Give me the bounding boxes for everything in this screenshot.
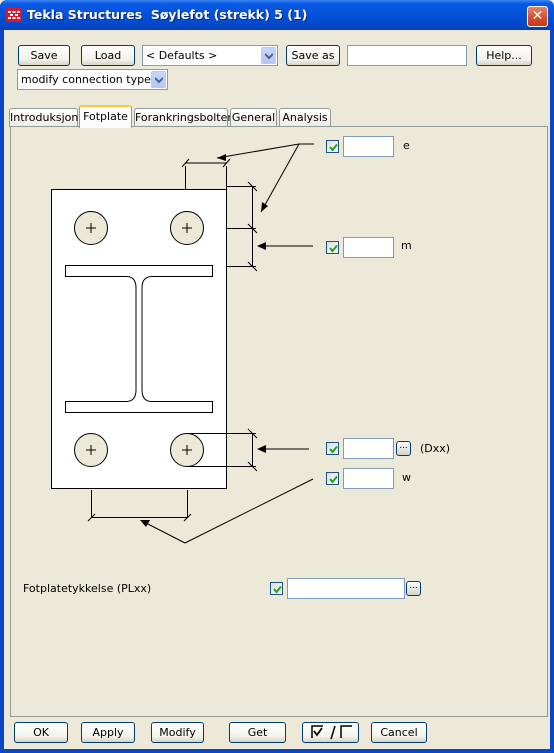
plate-thickness-checkbox[interactable] <box>270 582 283 595</box>
plate-thickness-label: Fotplatetykkelse (PLxx) <box>23 582 152 595</box>
arrow-head <box>217 154 226 161</box>
e-input[interactable] <box>343 136 394 157</box>
arrow-head <box>261 202 268 212</box>
arrow-head <box>257 445 266 453</box>
apply-button[interactable]: Apply <box>81 722 135 743</box>
ok-button[interactable]: OK <box>14 722 68 743</box>
bolt-diameter-browse-button[interactable]: ... <box>396 441 411 456</box>
dialog-client: Save Load < Defaults > Save as Help... m… <box>4 30 550 749</box>
slash-icon <box>330 725 336 740</box>
close-button[interactable]: ✕ <box>527 6 548 27</box>
m-checkbox[interactable] <box>326 241 339 254</box>
tab-fotplate[interactable]: Fotplate <box>79 105 132 128</box>
tekla-logo-icon <box>6 8 22 22</box>
plate-thickness-browse-button[interactable]: ... <box>406 581 421 596</box>
toggle-all-checkboxes-button[interactable] <box>302 722 359 743</box>
plate-thickness-input[interactable] <box>287 578 405 599</box>
cancel-button[interactable]: Cancel <box>371 722 427 743</box>
window-title: Tekla Structures Søylefot (strekk) 5 (1) <box>27 7 308 22</box>
w-checkbox[interactable] <box>326 472 339 485</box>
bolt-diameter-input[interactable] <box>343 438 394 459</box>
m-input[interactable] <box>343 237 394 258</box>
e-checkbox[interactable] <box>326 140 339 153</box>
e-label: e <box>403 139 410 152</box>
w-label: w <box>402 471 411 484</box>
arrow-head <box>140 520 150 527</box>
bolt-diameter-label: (Dxx) <box>420 442 451 455</box>
arrow-head <box>257 242 266 250</box>
base-plate-diagram <box>51 143 314 544</box>
modify-button[interactable]: Modify <box>151 722 204 743</box>
w-input[interactable] <box>343 468 394 489</box>
close-icon: ✕ <box>531 8 544 24</box>
m-label: m <box>401 239 412 252</box>
dialog-window: Tekla Structures Søylefot (strekk) 5 (1)… <box>0 0 554 753</box>
unchecked-box-icon <box>340 725 352 738</box>
get-button[interactable]: Get <box>229 722 286 743</box>
checked-box-icon <box>311 725 324 738</box>
title-bar[interactable]: Tekla Structures Søylefot (strekk) 5 (1)… <box>0 0 554 30</box>
bolt-diameter-checkbox[interactable] <box>326 442 339 455</box>
